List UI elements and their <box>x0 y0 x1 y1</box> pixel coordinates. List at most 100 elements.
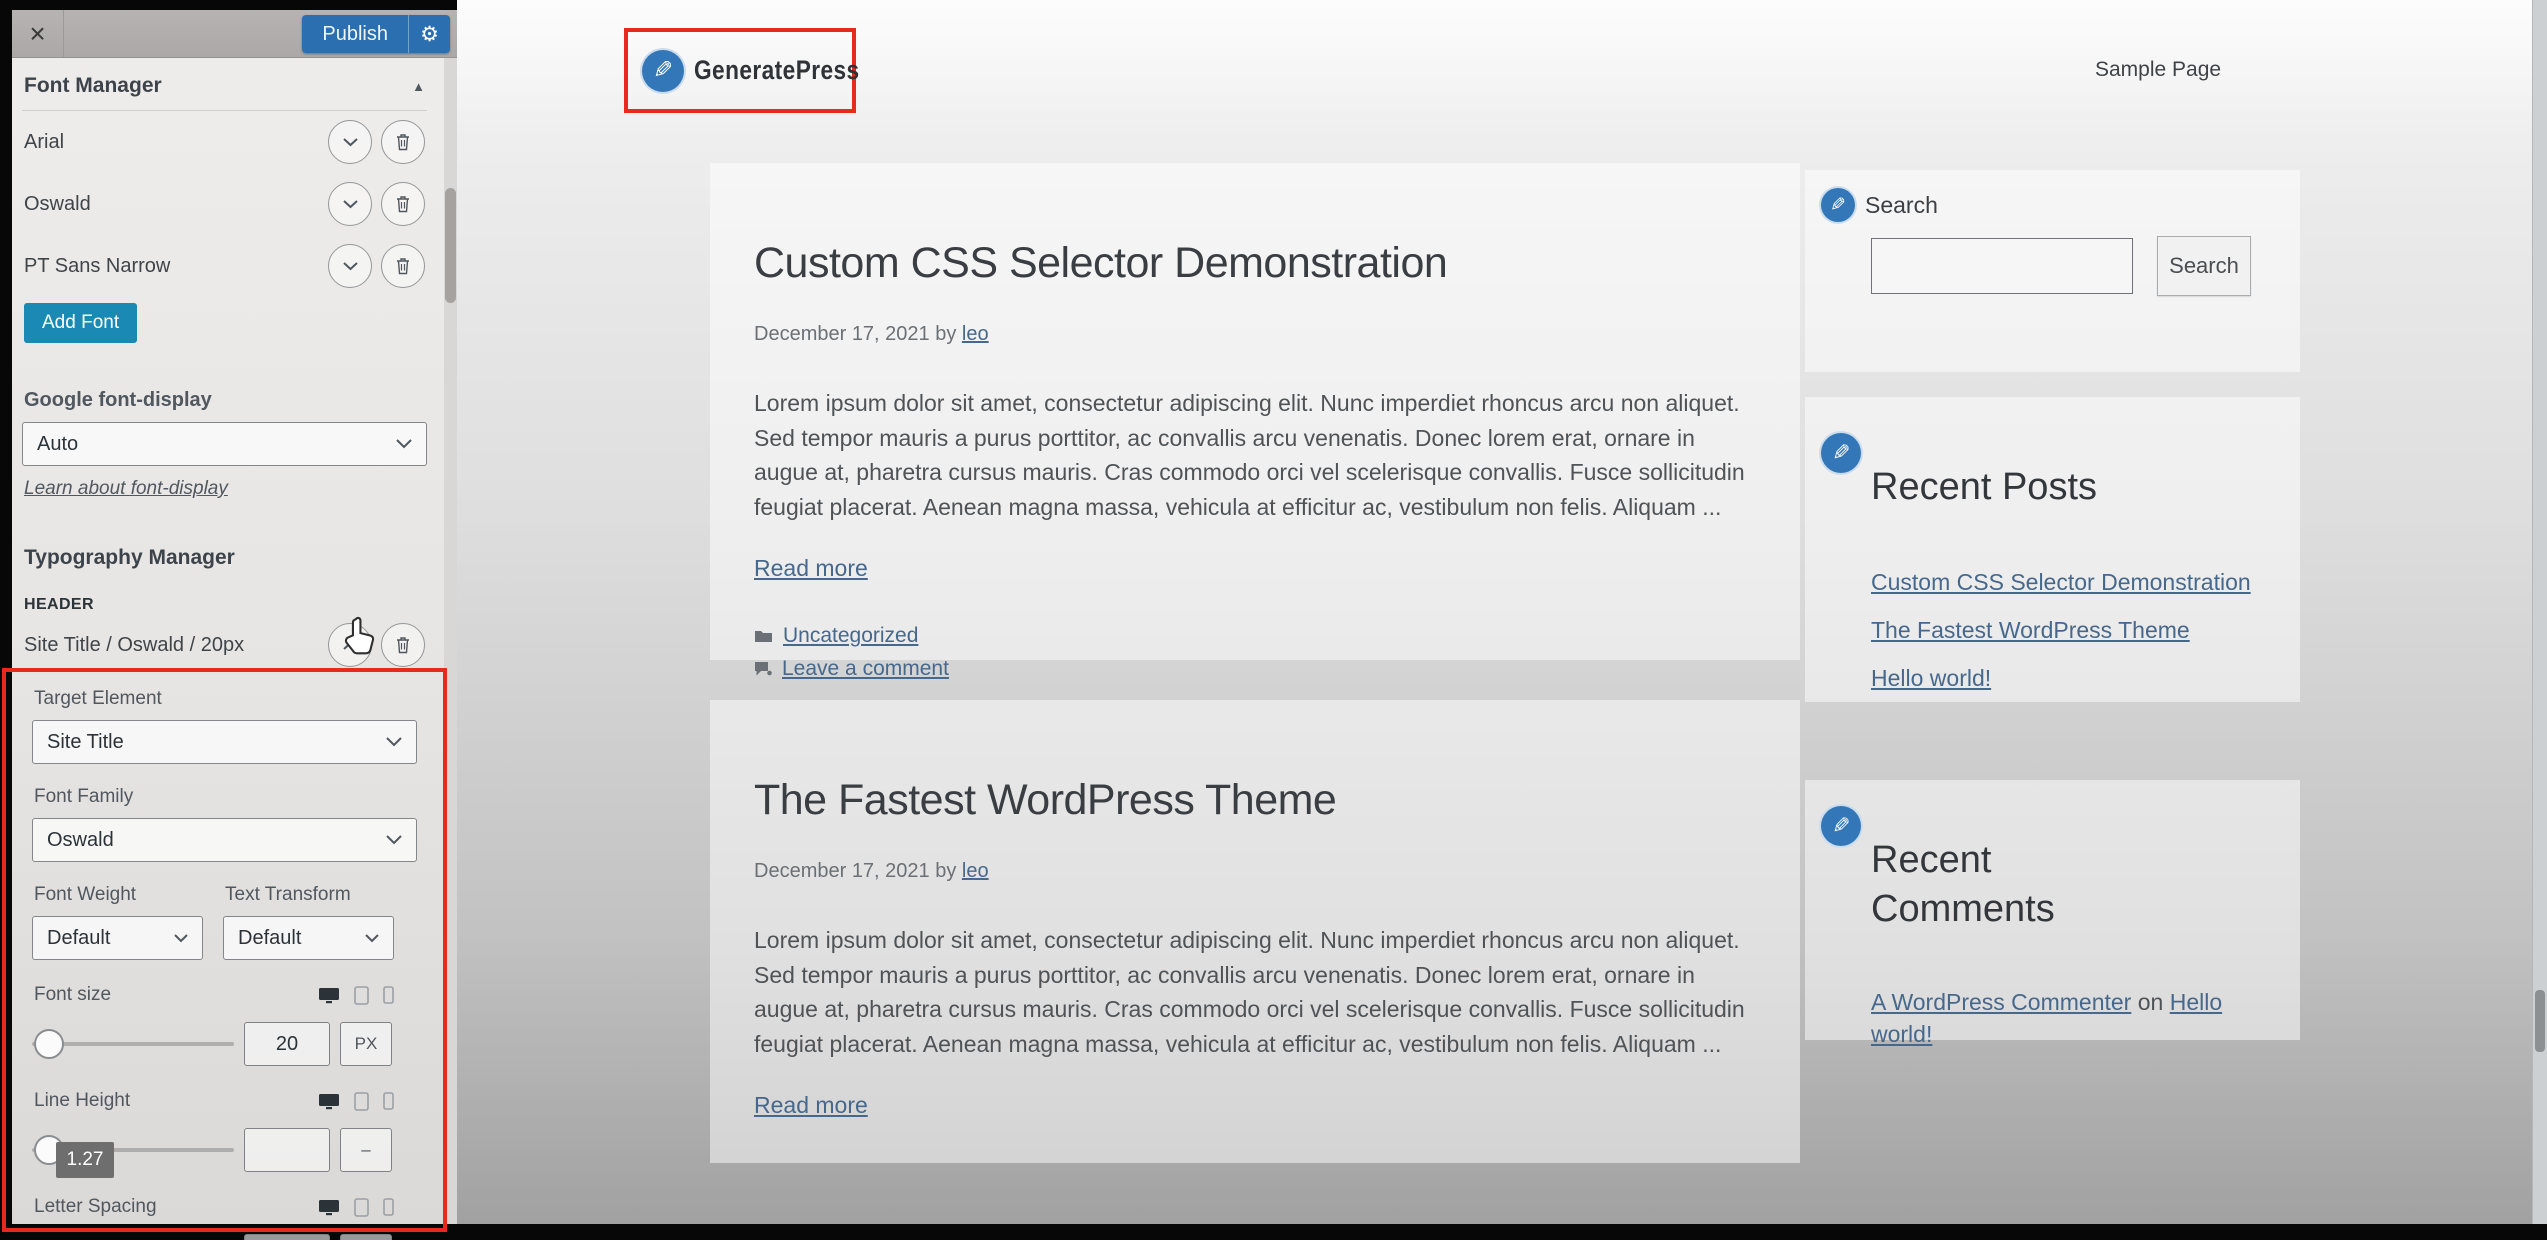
selected-value: Oswald <box>47 829 114 852</box>
chevron-down-icon <box>365 934 379 943</box>
line-height-label: Line Height <box>32 1090 132 1112</box>
slider-thumb[interactable] <box>34 1029 64 1059</box>
trash-icon <box>395 133 411 151</box>
search-button[interactable]: Search <box>2157 236 2251 296</box>
tablet-device-icon[interactable] <box>354 1198 369 1217</box>
publish-button[interactable]: Publish <box>302 15 408 53</box>
recent-comment-item: A WordPress Commenter on Hello world! <box>1871 986 2251 1050</box>
customizer-topbar: × Publish ⚙ <box>12 10 457 58</box>
comment-on-text: on <box>2138 989 2164 1015</box>
mobile-device-icon[interactable] <box>383 1092 394 1110</box>
edit-recent-posts-button[interactable]: ✎ <box>1819 431 1863 475</box>
site-title-annotation-box: ✎ GeneratePress <box>624 28 856 113</box>
recent-post-link[interactable]: The Fastest WordPress Theme <box>1871 617 2300 644</box>
recent-comments-widget: ✎ Recent Comments A WordPress Commenter … <box>1805 780 2300 1040</box>
app-frame: × Publish ⚙ Font Manager ▲ Arial <box>0 0 2547 1240</box>
publish-button-group: Publish ⚙ <box>302 15 450 53</box>
post-author-link[interactable]: leo <box>962 860 989 882</box>
customizer-body: Font Manager ▲ Arial Oswald <box>12 58 457 1240</box>
collapse-entry-button[interactable] <box>328 623 372 667</box>
selected-value: Default <box>238 927 301 950</box>
site-title[interactable]: GeneratePress <box>694 55 860 86</box>
delete-font-button[interactable] <box>381 120 425 164</box>
target-element-select[interactable]: Site Title <box>32 720 417 764</box>
expand-font-button[interactable] <box>328 244 372 288</box>
post-title[interactable]: Custom CSS Selector Demonstration <box>754 239 1756 288</box>
expand-font-button[interactable] <box>328 120 372 164</box>
letter-spacing-unit-button[interactable]: PX <box>340 1234 392 1240</box>
browser-scrollbar[interactable] <box>2532 0 2547 1224</box>
add-font-button[interactable]: Add Font <box>24 303 137 343</box>
mobile-device-icon[interactable] <box>383 986 394 1004</box>
font-size-unit-button[interactable]: PX <box>340 1022 392 1066</box>
font-size-control: Font size 20 PX <box>32 984 394 1066</box>
nav-item-sample-page[interactable]: Sample Page <box>2095 58 2221 82</box>
typography-group-header: HEADER <box>22 596 427 614</box>
chevron-down-icon <box>386 835 402 845</box>
font-row-arial: Arial <box>22 111 427 173</box>
category-link[interactable]: Uncategorized <box>783 624 918 648</box>
font-manager-section-header[interactable]: Font Manager ▲ <box>22 58 427 111</box>
category-link[interactable]: Uncategorized <box>783 1161 918 1163</box>
line-height-unit-button[interactable]: – <box>340 1128 392 1172</box>
desktop-device-icon[interactable] <box>318 987 340 1004</box>
search-input[interactable] <box>1871 238 2133 294</box>
post-by-text: by <box>935 860 956 882</box>
text-transform-select[interactable]: Default <box>223 916 394 960</box>
edit-recent-comments-button[interactable]: ✎ <box>1819 804 1863 848</box>
recent-comments-title: Recent Comments <box>1871 836 2171 935</box>
trash-icon <box>395 636 411 654</box>
delete-entry-button[interactable] <box>381 623 425 667</box>
line-height-value[interactable] <box>244 1128 330 1172</box>
post-excerpt: Lorem ipsum dolor sit amet, consectetur … <box>754 923 1756 1061</box>
collapse-arrow-icon[interactable]: ▲ <box>412 79 425 94</box>
site-preview: ✎ GeneratePress Sample Page Custom CSS S… <box>457 0 2547 1224</box>
font-name: Arial <box>24 131 64 154</box>
recent-post-link[interactable]: Hello world! <box>1871 665 2300 692</box>
read-more-link[interactable]: Read more <box>754 555 868 582</box>
delete-font-button[interactable] <box>381 182 425 226</box>
folder-icon <box>754 629 773 643</box>
delete-font-button[interactable] <box>381 244 425 288</box>
font-weight-select[interactable]: Default <box>32 916 203 960</box>
tablet-device-icon[interactable] <box>354 1092 369 1111</box>
text-transform-label: Text Transform <box>223 884 394 906</box>
publish-settings-gear-icon[interactable]: ⚙ <box>408 15 450 53</box>
google-font-display-select[interactable]: Auto <box>22 422 427 466</box>
font-family-select[interactable]: Oswald <box>32 818 417 862</box>
font-size-value[interactable]: 20 <box>244 1022 330 1066</box>
customizer-panel: × Publish ⚙ Font Manager ▲ Arial <box>12 10 457 1224</box>
mobile-device-icon[interactable] <box>383 1198 394 1216</box>
pencil-icon: ✎ <box>1832 440 1850 466</box>
chevron-down-icon <box>396 439 412 449</box>
panel-scrollbar[interactable] <box>444 58 457 1224</box>
leave-comment-link[interactable]: Leave a comment <box>782 657 949 681</box>
desktop-device-icon[interactable] <box>318 1199 340 1216</box>
tablet-device-icon[interactable] <box>354 986 369 1005</box>
edit-search-widget-button[interactable]: ✎ <box>1819 186 1857 224</box>
chevron-down-icon <box>343 262 358 271</box>
post-by-text: by <box>935 323 956 345</box>
post-excerpt: Lorem ipsum dolor sit amet, consectetur … <box>754 386 1756 524</box>
panel-scrollbar-thumb[interactable] <box>445 188 456 303</box>
desktop-device-icon[interactable] <box>318 1093 340 1110</box>
font-display-learn-link[interactable]: Learn about font-display <box>24 478 228 500</box>
font-row-pt-sans-narrow: PT Sans Narrow <box>22 235 427 297</box>
post-title[interactable]: The Fastest WordPress Theme <box>754 776 1756 825</box>
font-size-slider[interactable] <box>32 1029 234 1059</box>
expand-font-button[interactable] <box>328 182 372 226</box>
recent-post-link[interactable]: Custom CSS Selector Demonstration <box>1871 569 2300 596</box>
browser-scrollbar-thumb[interactable] <box>2535 990 2545 1052</box>
pencil-icon: ✎ <box>1832 813 1850 839</box>
slider-value-tooltip: 1.27 <box>56 1142 114 1178</box>
selected-value: Default <box>47 927 110 950</box>
post-date: December 17, 2021 <box>754 860 930 882</box>
typography-manager-title: Typography Manager <box>22 546 427 570</box>
read-more-link[interactable]: Read more <box>754 1092 868 1119</box>
commenter-link[interactable]: A WordPress Commenter <box>1871 989 2131 1015</box>
close-customizer-button[interactable]: × <box>12 10 64 57</box>
chevron-down-icon <box>386 737 402 747</box>
post-author-link[interactable]: leo <box>962 323 989 345</box>
letter-spacing-value[interactable]: 1.27 <box>244 1234 330 1240</box>
edit-site-title-button[interactable]: ✎ <box>640 48 686 94</box>
